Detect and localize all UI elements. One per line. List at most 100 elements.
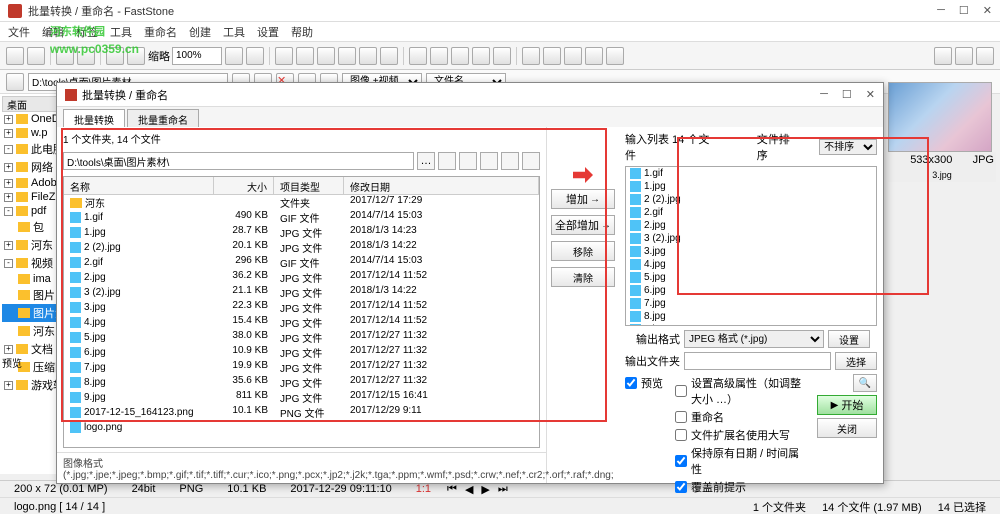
menu-edit[interactable]: 编辑 (42, 24, 64, 40)
toolbar-btn-k[interactable] (493, 47, 511, 65)
tab-batch-rename[interactable]: 批量重命名 (127, 109, 199, 127)
path-btn-3[interactable] (459, 152, 477, 170)
nav-prev-icon[interactable]: ◀ (465, 483, 473, 496)
chk-uppercase[interactable] (675, 429, 687, 441)
output-row[interactable]: 7.jpg (626, 297, 876, 310)
output-row[interactable]: 3.jpg (626, 245, 876, 258)
dialog-minimize-icon[interactable]: ─ (820, 88, 828, 101)
file-row[interactable]: 河东文件夹2017/12/7 17:29 (64, 195, 539, 210)
output-row[interactable]: 3 (2).jpg (626, 232, 876, 245)
file-row[interactable]: 2 (2).jpg20.1 KBJPG 文件2018/1/3 14:22 (64, 240, 539, 255)
toolbar-btn-a[interactable] (275, 47, 293, 65)
col-type[interactable]: 项目类型 (274, 177, 344, 194)
preview-thumbnail[interactable] (888, 82, 992, 152)
output-row[interactable]: 2.jpg (626, 219, 876, 232)
close-icon[interactable]: ✕ (983, 4, 992, 17)
dialog-maximize-icon[interactable]: ☐ (842, 88, 852, 101)
output-row[interactable]: 1.gif (626, 167, 876, 180)
menu-help[interactable]: 帮助 (291, 24, 313, 40)
path-btn-2[interactable] (438, 152, 456, 170)
menu-tag[interactable]: 标签 (76, 24, 98, 40)
file-row[interactable]: 3 (2).jpg21.1 KBJPG 文件2018/1/3 14:22 (64, 285, 539, 300)
file-row[interactable]: 2.jpg36.2 KBJPG 文件2017/12/14 11:52 (64, 270, 539, 285)
nav-first-icon[interactable]: ⏮ (447, 483, 457, 496)
file-row[interactable]: 7.jpg19.9 KBJPG 文件2017/12/27 11:32 (64, 360, 539, 375)
toolbar-btn-j[interactable] (472, 47, 490, 65)
path-btn-5[interactable] (501, 152, 519, 170)
file-row[interactable]: logo.png (64, 420, 539, 435)
remove-button[interactable]: 移除 (551, 241, 615, 261)
toolbar-btn-g[interactable] (409, 47, 427, 65)
menu-tools2[interactable]: 工具 (223, 24, 245, 40)
output-row[interactable]: 8.jpg (626, 310, 876, 323)
menu-tools[interactable]: 工具 (110, 24, 132, 40)
path-btn-4[interactable] (480, 152, 498, 170)
toolbar-btn-5[interactable] (106, 47, 124, 65)
view-thumb-icon[interactable] (934, 47, 952, 65)
toolbar-btn-f[interactable] (380, 47, 398, 65)
toolbar-btn-m[interactable] (543, 47, 561, 65)
nav-icon[interactable] (6, 73, 24, 91)
menu-rename[interactable]: 重命名 (144, 24, 177, 40)
nav-last-icon[interactable]: ⏭ (498, 483, 508, 496)
file-row[interactable]: 1.jpg28.7 KBJPG 文件2018/1/3 14:23 (64, 225, 539, 240)
output-row[interactable]: 2.gif (626, 206, 876, 219)
magnify-button[interactable]: 🔍 (853, 374, 877, 392)
add-button[interactable]: 增加 → (551, 189, 615, 209)
output-row[interactable]: 2 (2).jpg (626, 193, 876, 206)
output-row[interactable]: 9.jpg (626, 323, 876, 326)
toolbar-btn-c[interactable] (317, 47, 335, 65)
file-row[interactable]: 4.jpg15.4 KBJPG 文件2017/12/14 11:52 (64, 315, 539, 330)
toolbar-btn-d[interactable] (338, 47, 356, 65)
dialog-close-icon[interactable]: ✕ (866, 88, 875, 101)
toolbar-btn-6[interactable] (127, 47, 145, 65)
zoom-out-icon[interactable] (225, 47, 243, 65)
toolbar-btn-2[interactable] (27, 47, 45, 65)
file-row[interactable]: 2017-12-15_164123.png10.1 KBPNG 文件2017/1… (64, 405, 539, 420)
format-select[interactable]: JPEG 格式 (*.jpg) (684, 330, 824, 348)
minimize-icon[interactable]: ─ (937, 4, 945, 17)
chk-rename[interactable] (675, 411, 687, 423)
menu-create[interactable]: 创建 (189, 24, 211, 40)
col-size[interactable]: 大小 (214, 177, 274, 194)
col-name[interactable]: 名称 (64, 177, 214, 194)
file-row[interactable]: 2.gif296 KBGIF 文件2014/7/14 15:03 (64, 255, 539, 270)
tab-batch-convert[interactable]: 批量转换 (63, 109, 125, 127)
outfolder-input[interactable] (684, 352, 831, 370)
toolbar-btn-1[interactable] (6, 47, 24, 65)
maximize-icon[interactable]: ☐ (959, 4, 969, 17)
zoom-in-icon[interactable] (246, 47, 264, 65)
view-detail-icon[interactable] (976, 47, 994, 65)
chk-keepdate[interactable] (675, 455, 687, 467)
col-date[interactable]: 修改日期 (344, 177, 539, 194)
format-settings-button[interactable]: 设置 (828, 330, 870, 348)
output-row[interactable]: 5.jpg (626, 271, 876, 284)
clear-button[interactable]: 清除 (551, 267, 615, 287)
file-row[interactable]: 3.jpg22.3 KBJPG 文件2017/12/14 11:52 (64, 300, 539, 315)
path-btn-6[interactable] (522, 152, 540, 170)
file-row[interactable]: 6.jpg10.9 KBJPG 文件2017/12/27 11:32 (64, 345, 539, 360)
toolbar-btn-b[interactable] (296, 47, 314, 65)
toolbar-btn-4[interactable] (77, 47, 95, 65)
output-row[interactable]: 1.jpg (626, 180, 876, 193)
chk-overwrite[interactable] (675, 481, 687, 493)
sort-select[interactable]: 不排序 (819, 139, 877, 155)
toolbar-btn-n[interactable] (564, 47, 582, 65)
file-row[interactable]: 9.jpg811 KBJPG 文件2017/12/15 16:41 (64, 390, 539, 405)
menu-settings[interactable]: 设置 (257, 24, 279, 40)
toolbar-btn-o[interactable] (585, 47, 603, 65)
output-file-list[interactable]: 1.gif1.jpg2 (2).jpg2.gif2.jpg3 (2).jpg3.… (625, 166, 877, 326)
add-all-button[interactable]: 全部增加 → (551, 215, 615, 235)
view-list-icon[interactable] (955, 47, 973, 65)
source-file-list[interactable]: 名称 大小 项目类型 修改日期 河东文件夹2017/12/7 17:291.gi… (63, 176, 540, 448)
zoom-input[interactable] (172, 47, 222, 65)
start-button[interactable]: ▶ 开始 (817, 395, 877, 415)
nav-next-icon[interactable]: ▶ (481, 483, 489, 496)
file-row[interactable]: 1.gif490 KBGIF 文件2014/7/14 15:03 (64, 210, 539, 225)
output-row[interactable]: 6.jpg (626, 284, 876, 297)
toolbar-btn-i[interactable] (451, 47, 469, 65)
menu-file[interactable]: 文件 (8, 24, 30, 40)
file-row[interactable]: 8.jpg35.6 KBJPG 文件2017/12/27 11:32 (64, 375, 539, 390)
toolbar-btn-h[interactable] (430, 47, 448, 65)
toolbar-btn-3[interactable] (56, 47, 74, 65)
